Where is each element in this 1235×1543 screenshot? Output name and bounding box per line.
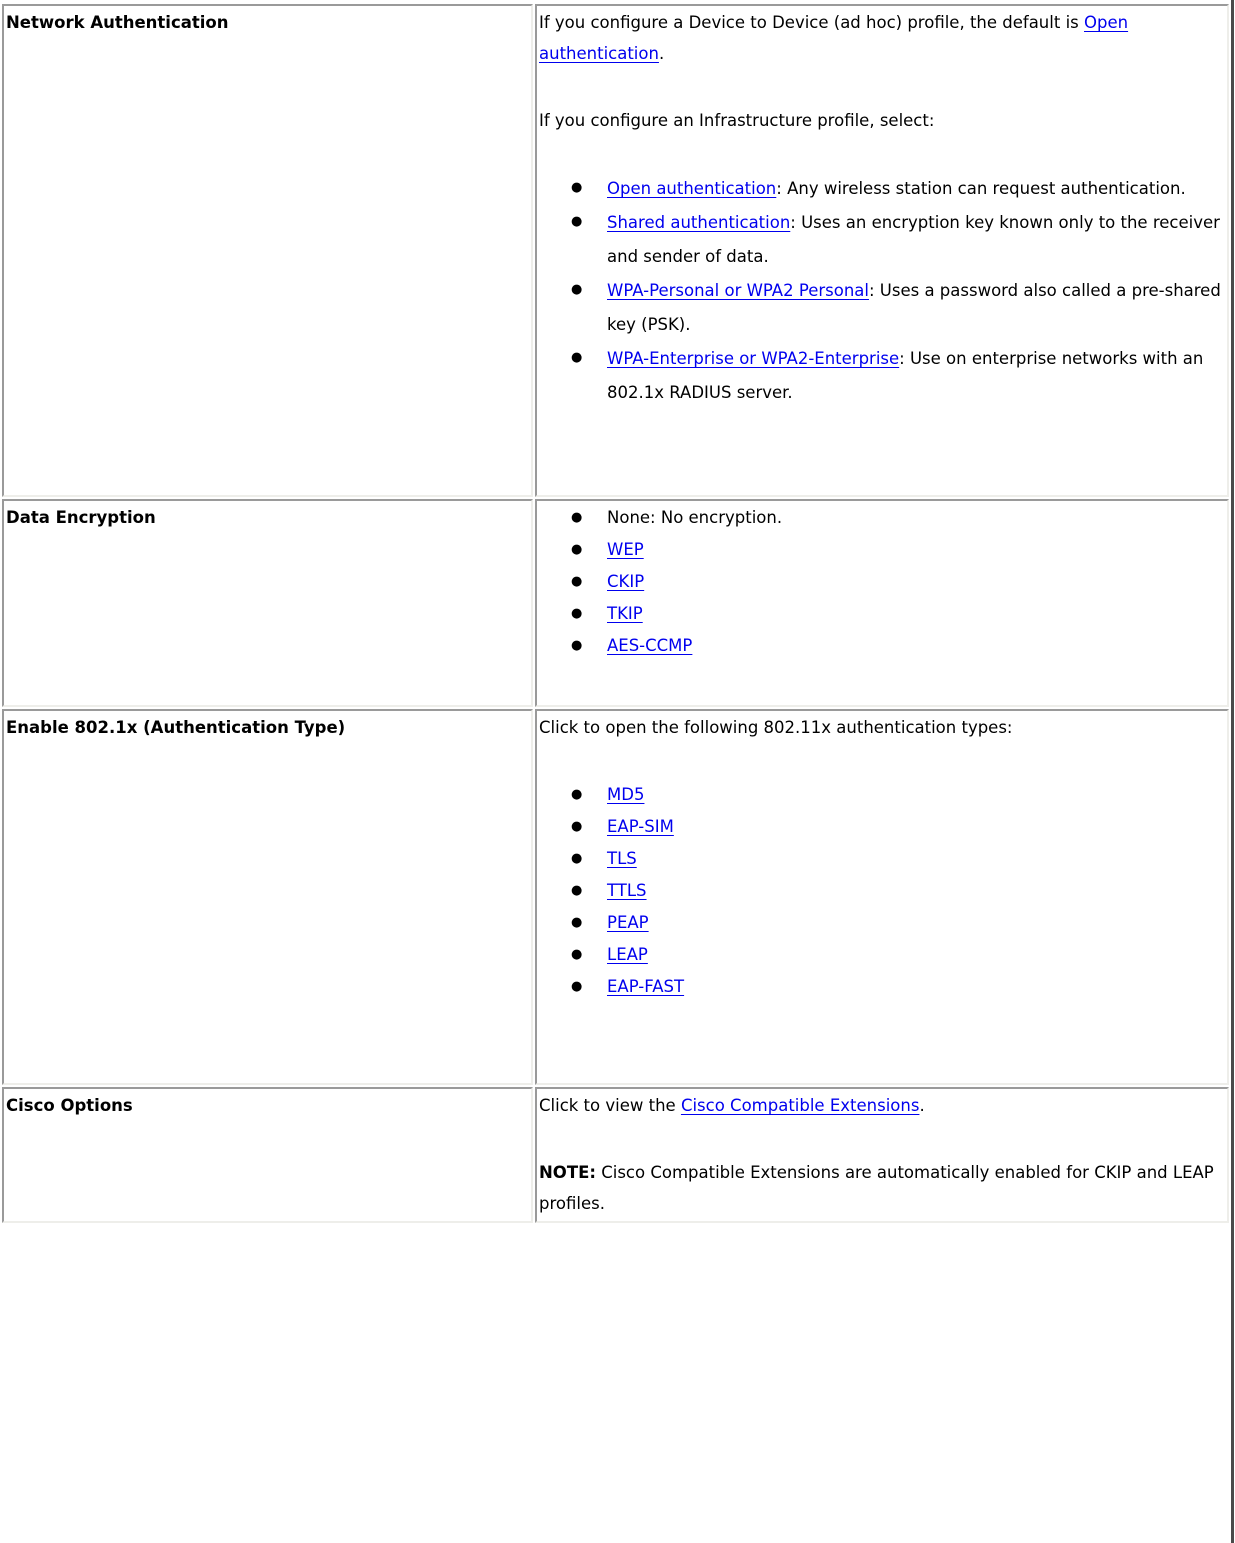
bullet-icon: ● <box>571 574 583 589</box>
bullet-icon: ● <box>571 180 583 195</box>
wpa-enterprise-link[interactable]: WPA-Enterprise or WPA2-Enterprise <box>607 349 899 368</box>
bullet-icon: ● <box>571 883 583 898</box>
bullet-icon: ● <box>571 350 583 365</box>
list-item: ● TLS <box>571 843 1226 875</box>
bullet-icon: ● <box>571 282 583 297</box>
description-text: Click to view the <box>539 1096 681 1115</box>
open-authentication-option-link[interactable]: Open authentication <box>607 179 776 198</box>
list-item: ● LEAP <box>571 939 1226 971</box>
table-row: Enable 802.1x (Authentication Type) Clic… <box>2 709 1229 1085</box>
bullet-icon: ● <box>571 947 583 962</box>
md5-link[interactable]: MD5 <box>607 785 644 804</box>
setting-label-cell: Data Encryption <box>2 499 533 707</box>
list-item: ● WPA-Enterprise or WPA2-Enterprise: Use … <box>571 342 1226 410</box>
setting-label: Network Authentication <box>6 13 229 32</box>
bullet-icon: ● <box>571 638 583 653</box>
list-item: ● TKIP <box>571 598 1226 630</box>
bullet-icon: ● <box>571 787 583 802</box>
setting-label: Cisco Options <box>6 1096 133 1115</box>
ckip-link[interactable]: CKIP <box>607 572 644 591</box>
table-row: Data Encryption ● None: No encryption. ● W… <box>2 499 1229 707</box>
setting-label: Enable 802.1x (Authentication Type) <box>6 718 346 737</box>
bullet-icon: ● <box>571 510 583 525</box>
bullet-icon: ● <box>571 851 583 866</box>
note-label: NOTE: <box>539 1163 596 1182</box>
list-item: ● WPA-Personal or WPA2 Personal: Uses a p… <box>571 274 1226 342</box>
list-item: ● MD5 <box>571 779 1226 811</box>
aes-ccmp-link[interactable]: AES-CCMP <box>607 636 692 655</box>
peap-link[interactable]: PEAP <box>607 913 649 932</box>
cisco-compatible-extensions-link[interactable]: Cisco Compatible Extensions <box>681 1096 920 1115</box>
list-item: ● PEAP <box>571 907 1226 939</box>
setting-description-cell: ● None: No encryption. ● WEP ● CKIP ● TKIP ●… <box>535 499 1229 707</box>
description-paragraph: If you configure a Device to Device (ad … <box>539 7 1226 69</box>
leap-link[interactable]: LEAP <box>607 945 648 964</box>
shared-authentication-link[interactable]: Shared authentication <box>607 213 790 232</box>
setting-label-cell: Network Authentication <box>2 4 533 497</box>
note-text: Cisco Compatible Extensions are automati… <box>539 1163 1214 1213</box>
bullet-icon: ● <box>571 915 583 930</box>
list-item: ● Open authentication: Any wireless stati… <box>571 172 1226 206</box>
table-row: Cisco Options Click to view the Cisco Co… <box>2 1087 1229 1223</box>
bullet-icon: ● <box>571 542 583 557</box>
ttls-link[interactable]: TTLS <box>607 881 647 900</box>
list-item: ● CKIP <box>571 566 1226 598</box>
bullet-icon: ● <box>571 214 583 229</box>
list-item: ● Shared authentication: Uses an encrypti… <box>571 206 1226 274</box>
description-paragraph: Click to view the Cisco Compatible Exten… <box>539 1090 1226 1121</box>
punctuation: . <box>658 44 665 63</box>
bullet-icon: ● <box>571 819 583 834</box>
setting-description-cell: Click to view the Cisco Compatible Exten… <box>535 1087 1229 1223</box>
table-row: Network Authentication If you configure … <box>2 4 1229 497</box>
list-item: ● EAP-FAST <box>571 971 1226 1003</box>
tls-link[interactable]: TLS <box>607 849 637 868</box>
list-item: ● WEP <box>571 534 1226 566</box>
list-item: ● None: No encryption. <box>571 502 1226 534</box>
setting-label: Data Encryption <box>6 508 156 527</box>
encryption-options-list: ● None: No encryption. ● WEP ● CKIP ● TKIP ●… <box>539 502 1226 662</box>
list-item: ● AES-CCMP <box>571 630 1226 662</box>
list-item: ● EAP-SIM <box>571 811 1226 843</box>
setting-description-cell: If you configure a Device to Device (ad … <box>535 4 1229 497</box>
description-text: If you configure a Device to Device (ad … <box>539 13 1084 32</box>
list-item: ● TTLS <box>571 875 1226 907</box>
tkip-link[interactable]: TKIP <box>607 604 643 623</box>
description-paragraph: If you configure an Infrastructure profi… <box>539 111 935 130</box>
punctuation: . <box>919 1096 925 1115</box>
list-item-text: : Any wireless station can request authe… <box>776 179 1186 198</box>
wep-link[interactable]: WEP <box>607 540 644 559</box>
setting-label-cell: Cisco Options <box>2 1087 533 1223</box>
page-right-edge <box>1231 0 1234 1543</box>
note-paragraph: NOTE: Cisco Compatible Extensions are au… <box>539 1157 1226 1219</box>
setting-label-cell: Enable 802.1x (Authentication Type) <box>2 709 533 1085</box>
settings-description-table: Network Authentication If you configure … <box>0 2 1231 1225</box>
bullet-icon: ● <box>571 606 583 621</box>
setting-description-cell: Click to open the following 802.11x auth… <box>535 709 1229 1085</box>
wpa-personal-link[interactable]: WPA-Personal or WPA2 Personal <box>607 281 869 300</box>
authentication-options-list: ● Open authentication: Any wireless stati… <box>539 172 1226 410</box>
list-item-text: None: No encryption. <box>607 508 783 527</box>
bullet-icon: ● <box>571 979 583 994</box>
eap-types-list: ● MD5 ● EAP-SIM ● TLS ● TTLS ● PEAP ● LEAP ● EA… <box>539 779 1226 1003</box>
eap-sim-link[interactable]: EAP-SIM <box>607 817 674 836</box>
eap-fast-link[interactable]: EAP-FAST <box>607 977 684 996</box>
description-paragraph: Click to open the following 802.11x auth… <box>539 718 1013 737</box>
